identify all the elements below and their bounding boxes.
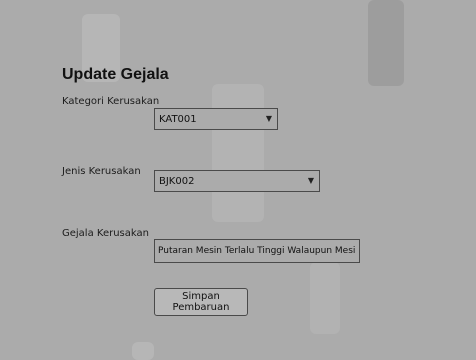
jenis-kerusakan-label: Jenis Kerusakan <box>62 166 141 177</box>
page-title: Update Gejala <box>62 66 169 83</box>
simpan-pembaruan-button[interactable]: Simpan Pembaruan <box>154 288 248 316</box>
background-shape <box>212 84 264 222</box>
background-shape <box>368 0 404 86</box>
chevron-down-icon: ▼ <box>265 114 272 123</box>
jenis-kerusakan-value: BJK002 <box>159 175 195 187</box>
gejala-kerusakan-label: Gejala Kerusakan <box>62 228 149 239</box>
jenis-kerusakan-select[interactable]: BJK002 ▼ <box>154 170 320 192</box>
background-shape <box>310 262 340 334</box>
gejala-kerusakan-input[interactable] <box>154 239 360 263</box>
kategori-kerusakan-select[interactable]: KAT001 ▼ <box>154 108 278 130</box>
chevron-down-icon: ▼ <box>307 176 314 185</box>
kategori-kerusakan-label: Kategori Kerusakan <box>62 96 160 107</box>
background-shape <box>132 342 154 360</box>
kategori-kerusakan-value: KAT001 <box>159 113 197 125</box>
